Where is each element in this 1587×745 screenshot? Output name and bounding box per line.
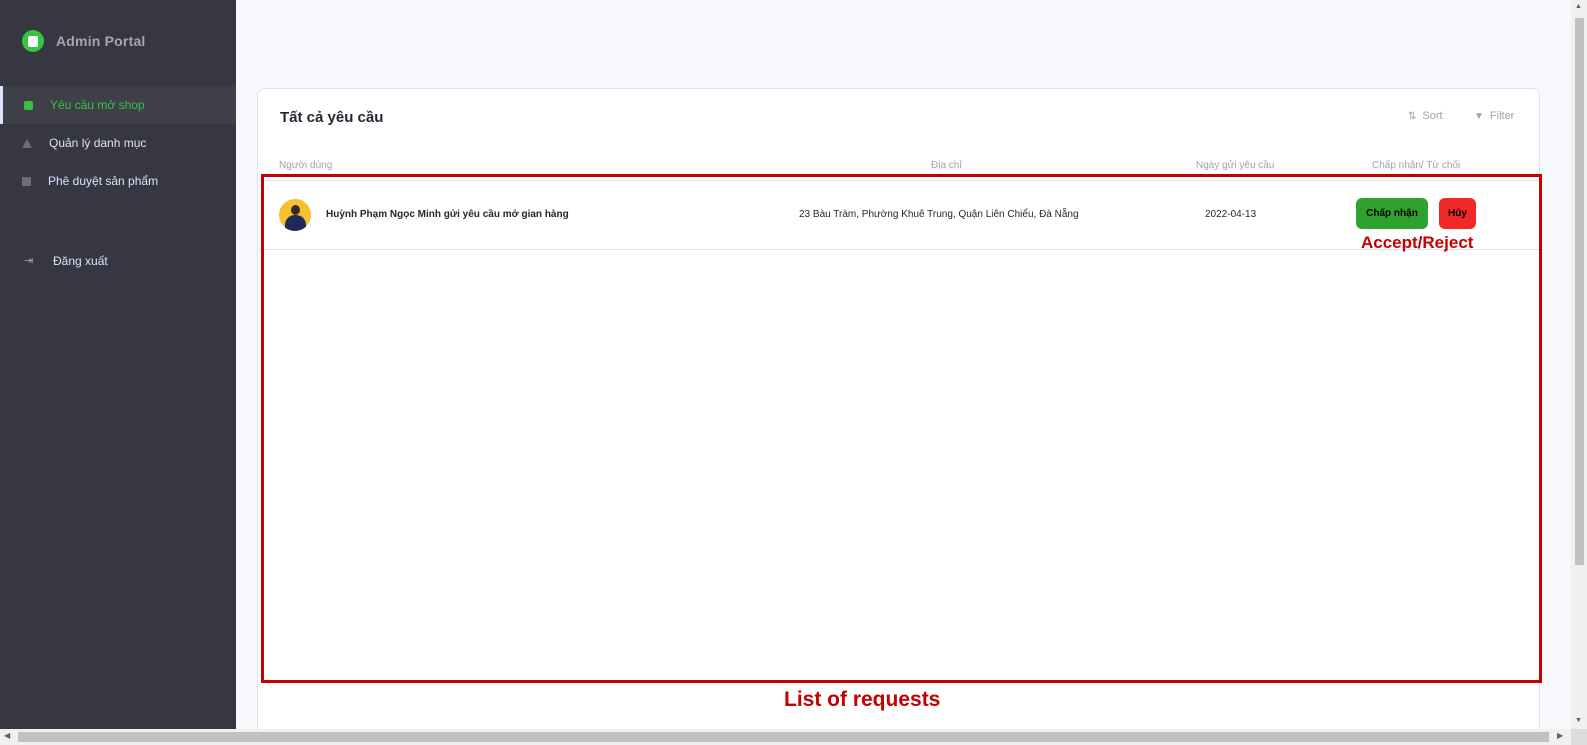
scrollbar-corner [1571, 729, 1587, 745]
sidebar: Admin Portal Yêu cầu mở shop Quản lý dan… [0, 0, 236, 729]
horizontal-scroll-thumb[interactable] [18, 732, 1549, 742]
card-title: Tất cả yêu cầu [280, 109, 384, 126]
sidebar-item-shop-requests[interactable]: Yêu cầu mở shop [0, 86, 236, 124]
column-header-address[interactable]: Địa chỉ [931, 160, 962, 171]
requests-list-highlight [261, 174, 1542, 683]
filter-icon: ▼ [1474, 110, 1484, 122]
sidebar-item-logout[interactable]: ⇥ Đăng xuất [0, 242, 236, 280]
filter-button[interactable]: ▼ Filter [1474, 110, 1514, 122]
sidebar-item-product-approval[interactable]: Phê duyệt sản phẩm [0, 162, 236, 200]
scroll-up-icon[interactable]: ▲ [1575, 3, 1582, 10]
vertical-scroll-thumb[interactable] [1575, 18, 1584, 565]
sidebar-item-label: Yêu cầu mở shop [50, 98, 145, 112]
brand-title: Admin Portal [56, 33, 146, 49]
sort-label: Sort [1422, 110, 1443, 122]
category-icon [22, 138, 32, 148]
sidebar-item-label: Quản lý danh mục [49, 136, 147, 150]
filter-label: Filter [1489, 110, 1515, 122]
brand[interactable]: Admin Portal [22, 30, 146, 52]
logout-icon: ⇥ [24, 255, 34, 267]
column-header-user[interactable]: Người dùng [279, 160, 332, 171]
sort-icon: ⇅ [1408, 110, 1417, 122]
shop-request-icon [24, 100, 33, 110]
vertical-scrollbar[interactable]: ▲ ▼ [1571, 0, 1587, 729]
sort-button[interactable]: ⇅ Sort [1408, 110, 1443, 122]
scroll-right-icon[interactable]: ▶ [1557, 731, 1563, 740]
brand-logo-icon [22, 30, 44, 52]
accept-reject-annotation: Accept/Reject [1361, 233, 1474, 252]
list-annotation: List of requests [784, 688, 941, 711]
sidebar-item-category-management[interactable]: Quản lý danh mục [0, 124, 236, 162]
sidebar-item-label: Đăng xuất [53, 254, 108, 268]
sidebar-item-label: Phê duyệt sản phẩm [48, 174, 159, 188]
column-header-action[interactable]: Chấp nhận/ Từ chối [1372, 160, 1460, 171]
scroll-left-icon[interactable]: ◀ [4, 731, 10, 740]
product-approval-icon [22, 176, 31, 186]
scroll-down-icon[interactable]: ▼ [1575, 717, 1582, 724]
column-header-date[interactable]: Ngày gửi yêu cầu [1196, 160, 1274, 171]
horizontal-scrollbar[interactable]: ◀ ▶ [0, 729, 1587, 745]
